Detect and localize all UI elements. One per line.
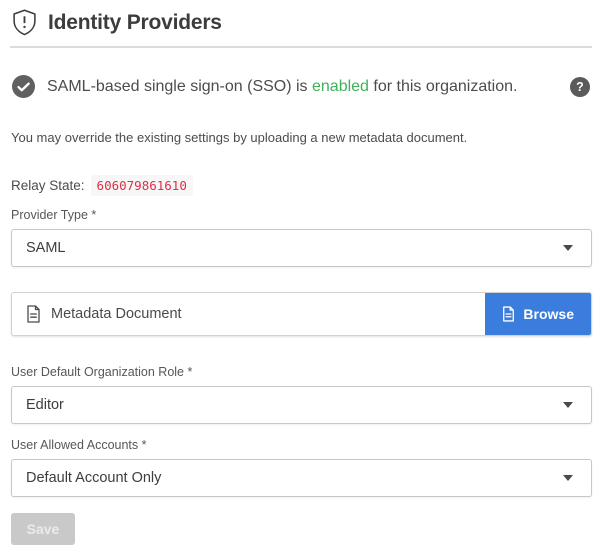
document-icon [26,305,41,323]
save-button[interactable]: Save [11,513,75,545]
provider-type-select[interactable]: SAML [11,229,592,267]
sso-status-banner: SAML-based single sign-on (SSO) is enabl… [10,75,592,98]
org-role-group: User Default Organization Role * Editor [10,365,592,424]
allowed-accounts-group: User Allowed Accounts * Default Account … [10,438,592,497]
status-enabled-text: enabled [312,78,369,95]
allowed-accounts-value: Default Account Only [26,470,161,486]
page-title: Identity Providers [48,11,222,35]
identity-providers-page: Identity Providers SAML-based single sig… [0,0,600,545]
provider-type-value: SAML [26,240,66,256]
allowed-accounts-label: User Allowed Accounts * [11,438,592,452]
org-role-value: Editor [26,397,64,413]
browse-label: Browse [523,306,574,322]
metadata-file-field[interactable]: Metadata Document [12,293,485,335]
relay-state-value: 606079861610 [91,175,193,196]
status-text-after: for this organization. [369,78,518,95]
metadata-file-input[interactable]: Metadata Document Browse [11,292,592,336]
status-text-before: SAML-based single sign-on (SSO) is [47,78,312,95]
shield-exclamation-icon [12,9,37,36]
browse-document-icon [502,306,515,322]
chevron-down-icon [563,475,573,481]
help-icon[interactable]: ? [570,77,590,97]
chevron-down-icon [563,402,573,408]
metadata-file-placeholder: Metadata Document [51,306,182,322]
override-description: You may override the existing settings b… [10,130,592,145]
provider-type-group: Provider Type * SAML [10,208,592,267]
sso-status-text: SAML-based single sign-on (SSO) is enabl… [47,78,517,96]
check-circle-icon [12,75,35,98]
relay-state-row: Relay State: 606079861610 [10,175,592,196]
org-role-select[interactable]: Editor [11,386,592,424]
page-header: Identity Providers [10,0,592,48]
relay-state-label: Relay State: [11,178,85,193]
provider-type-label: Provider Type * [11,208,592,222]
svg-text:?: ? [576,80,584,94]
chevron-down-icon [563,245,573,251]
browse-button[interactable]: Browse [485,293,591,335]
org-role-label: User Default Organization Role * [11,365,592,379]
allowed-accounts-select[interactable]: Default Account Only [11,459,592,497]
